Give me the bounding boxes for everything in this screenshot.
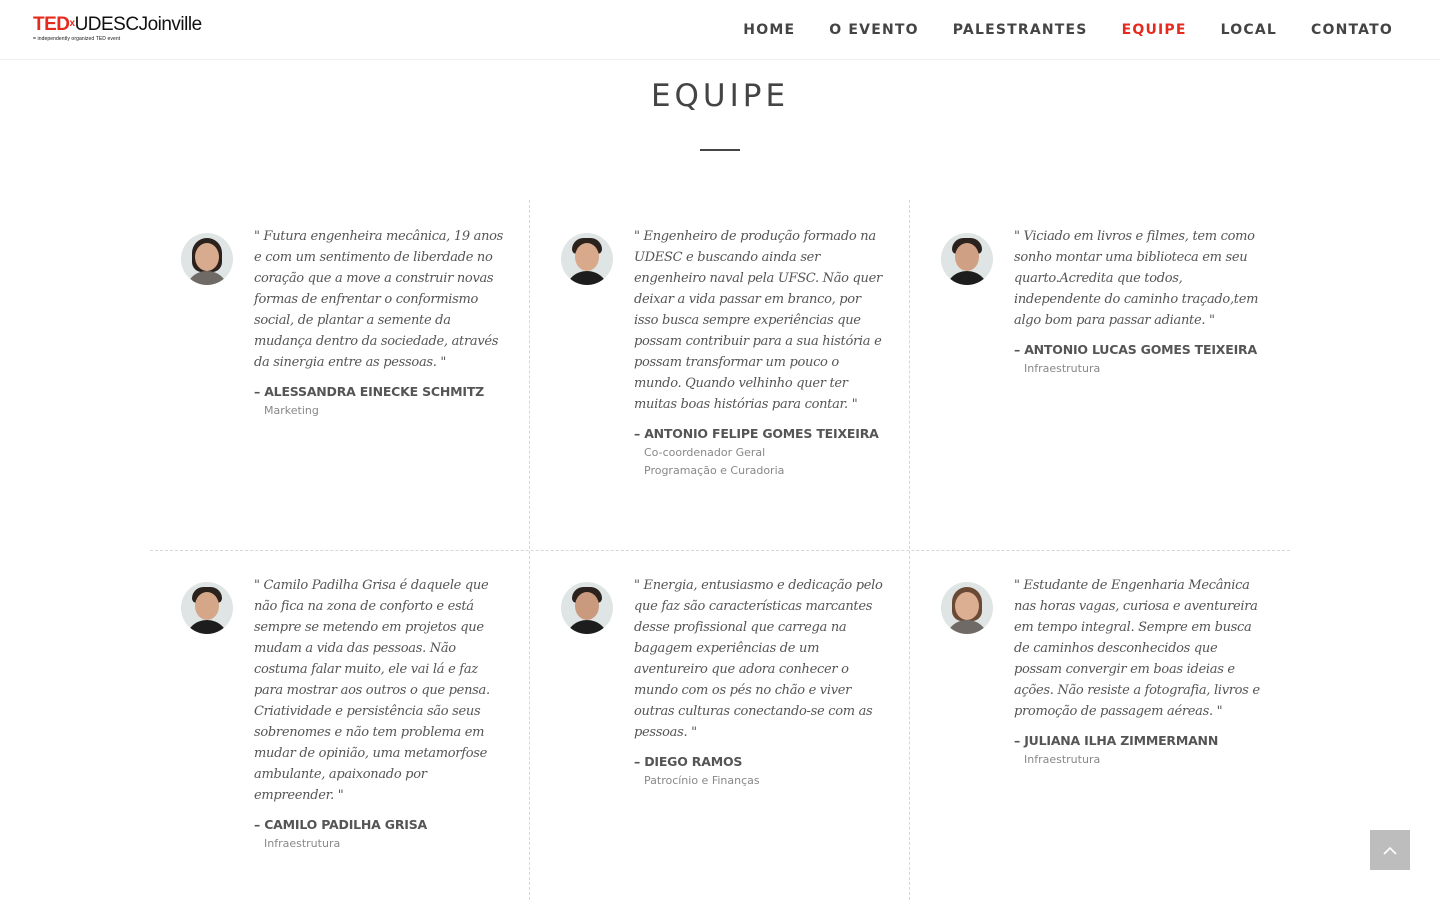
nav-local[interactable]: LOCAL (1221, 22, 1277, 38)
logo-wordmark: TEDxUDESCJoinville (33, 15, 233, 35)
avatar (561, 582, 613, 634)
title-divider (700, 149, 740, 151)
member-name: – CAMILO PADILHA GRISA (254, 817, 428, 832)
member-name: – DIEGO RAMOS (634, 754, 743, 769)
tedx-logo[interactable]: TEDxUDESCJoinville = independently organ… (33, 15, 233, 45)
member-quote: " Camilo Padilha Grisa é daquele que não… (254, 578, 490, 803)
member-role: Patrocínio e Finanças (644, 774, 760, 787)
member-role: Infraestrutura (1024, 753, 1101, 766)
nav-equipe[interactable]: EQUIPE (1122, 22, 1187, 38)
row-divider (150, 550, 1290, 551)
logo-tagline: = independently organized TED event (33, 36, 233, 42)
member-name: – ANTONIO FELIPE GOMES TEIXEIRA (634, 426, 879, 441)
member-quote: " Futura engenheira mecânica, 19 anos e … (254, 229, 504, 370)
nav-contato[interactable]: CONTATO (1311, 22, 1393, 38)
member-role: Marketing (264, 404, 319, 417)
avatar (561, 233, 613, 285)
avatar (941, 233, 993, 285)
chevron-up-icon (1383, 846, 1397, 855)
nav-home[interactable]: HOME (743, 22, 795, 38)
member-role: Programação e Curadoria (644, 464, 785, 477)
site-header: TEDxUDESCJoinville = independently organ… (0, 0, 1440, 60)
member-name: – ALESSANDRA EINECKE SCHMITZ (254, 384, 485, 399)
avatar (941, 582, 993, 634)
member-role: Co-coordenador Geral (644, 446, 766, 459)
section-title: EQUIPE (650, 78, 790, 114)
team-grid: " Futura engenheira mecânica, 19 anos e … (150, 200, 1290, 900)
member-quote: " Viciado em livros e filmes, tem como s… (1014, 229, 1259, 328)
avatar (181, 233, 233, 285)
member-role: Infraestrutura (1024, 362, 1101, 375)
logo-x: x (69, 18, 76, 29)
member-name: – JULIANA ILHA ZIMMERMANN (1014, 733, 1219, 748)
member-quote: " Engenheiro de produção formado na UDES… (634, 229, 882, 412)
avatar (181, 582, 233, 634)
member-role: Infraestrutura (264, 837, 341, 850)
nav-palestrantes[interactable]: PALESTRANTES (953, 22, 1088, 38)
back-to-top-button[interactable] (1370, 830, 1410, 870)
member-quote: " Estudante de Engenharia Mecânica nas h… (1014, 578, 1260, 719)
logo-ted: TED (33, 14, 70, 35)
main-nav: HOME O EVENTO PALESTRANTES EQUIPE LOCAL … (709, 0, 1393, 60)
logo-event-name: UDESCJoinville (74, 14, 203, 35)
member-quote: " Energia, entusiasmo e dedicação pelo q… (634, 578, 883, 740)
logo-tagline-text: = independently organized TED event (33, 36, 121, 42)
nav-o-evento[interactable]: O EVENTO (829, 22, 919, 38)
member-name: – ANTONIO LUCAS GOMES TEIXEIRA (1014, 342, 1257, 357)
